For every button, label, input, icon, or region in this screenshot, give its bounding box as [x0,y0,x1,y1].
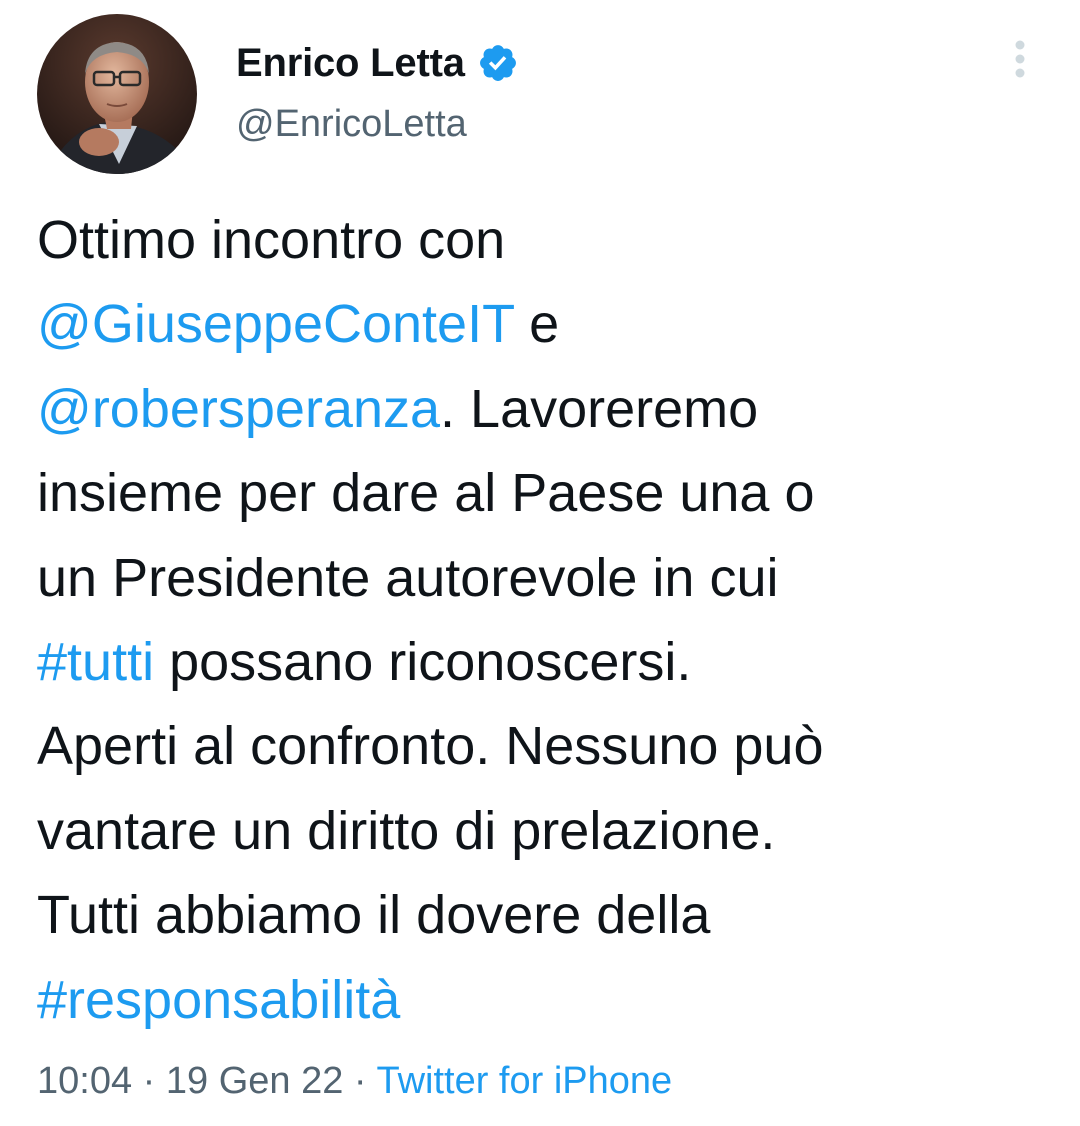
tweet-text-segment: insieme per dare al Paese una o [37,463,815,524]
mention-link[interactable]: @robersperanza [37,379,440,439]
tweet-source[interactable]: Twitter for iPhone [376,1060,672,1102]
more-vertical-icon[interactable] [1006,38,1034,80]
avatar[interactable] [37,14,197,174]
tweet-line: #tutti possano riconoscersi. [37,620,1047,704]
tweet-line: @GiuseppeConteIT e [37,282,1047,366]
tweet-line: insieme per dare al Paese una o [37,451,1047,535]
tweet-time[interactable]: 10:04 [37,1060,132,1102]
tweet-text-segment: Aperti al confronto. Nessuno può [37,716,824,777]
tweet: Enrico Letta @EnricoLetta Ottimo incontr… [0,0,1080,1126]
tweet-line: Ottimo incontro con [37,198,1047,282]
tweet-line: vantare un diritto di prelazione. [37,789,1047,873]
tweet-line: un Presidente autorevole in cui [37,536,1047,620]
tweet-line: Aperti al confronto. Nessuno può [37,704,1047,788]
tweet-text-segment: e [514,294,560,355]
meta-separator: · [343,1060,377,1102]
meta-separator: · [132,1060,166,1102]
tweet-date[interactable]: 19 Gen 22 [166,1060,343,1102]
tweet-meta: 10:04 · 19 Gen 22 · Twitter for iPhone [37,1060,672,1103]
author-name-row[interactable]: Enrico Letta [236,38,519,88]
tweet-line: @robersperanza. Lavoreremo [37,367,1047,451]
verified-badge-icon [477,42,519,84]
display-name[interactable]: Enrico Letta [236,41,465,86]
hashtag-link[interactable]: #responsabilità [37,970,400,1030]
tweet-text-segment: vantare un diritto di prelazione. [37,800,776,861]
tweet-text-segment: Ottimo incontro con [37,210,506,270]
tweet-text-segment: . Lavoreremo [440,378,759,439]
tweet-line: Tutti abbiamo il dovere della [37,873,1047,957]
avatar-photo [37,14,197,174]
mention-link[interactable]: @GiuseppeConteIT [37,294,514,354]
hashtag-link[interactable]: #tutti [37,632,154,692]
tweet-text-segment: un Presidente autorevole in cui [37,547,779,608]
author-handle[interactable]: @EnricoLetta [236,103,467,146]
tweet-text-segment: Tutti abbiamo il dovere della [37,885,711,946]
tweet-text-segment: possano riconoscersi. [154,631,692,692]
tweet-text: Ottimo incontro con @GiuseppeConteIT e @… [37,198,1047,1042]
tweet-line: #responsabilità [37,958,1047,1042]
